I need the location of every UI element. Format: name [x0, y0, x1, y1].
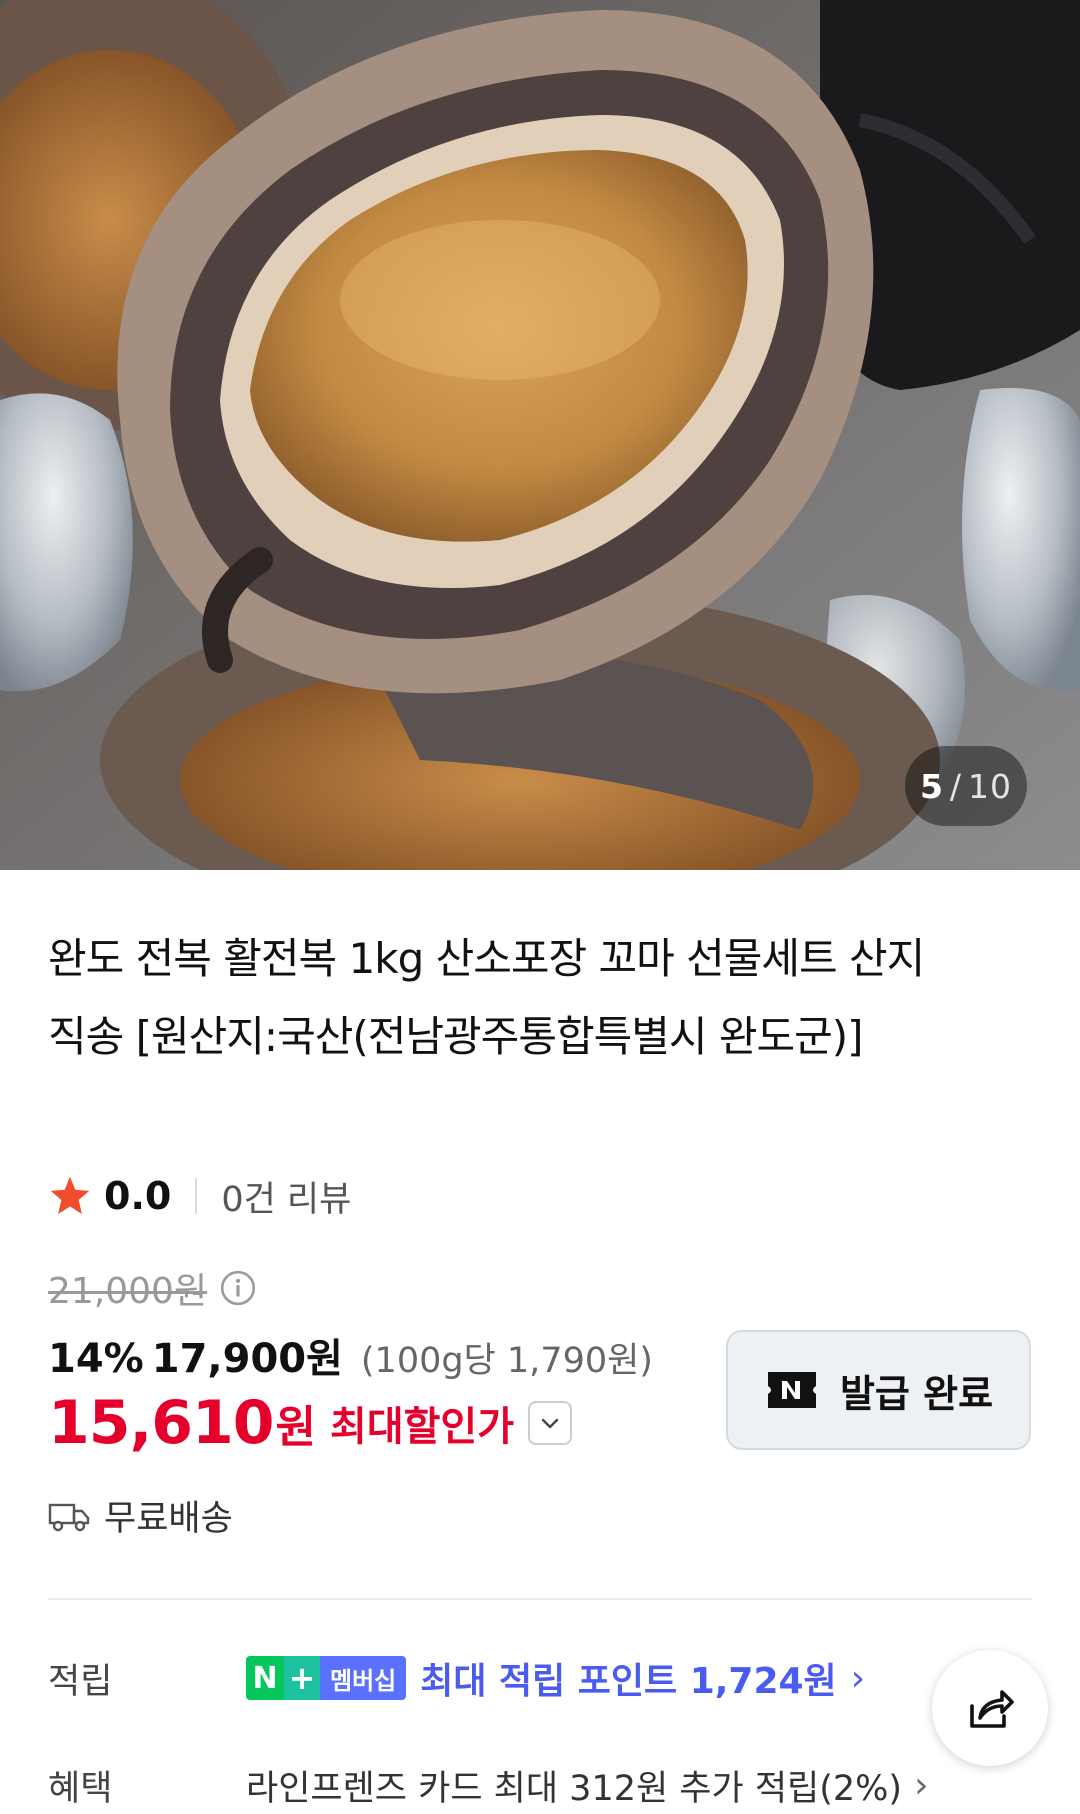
original-price: 21,000원 [48, 1271, 208, 1312]
benefit-row[interactable]: 혜택 라인프렌즈 카드 최대 312원 추가 적립(2%) › [48, 1760, 928, 1811]
membership-badge-label: 멤버십 [320, 1656, 407, 1700]
max-discount-toggle[interactable] [528, 1401, 573, 1445]
unit-price: (100g당 1,790원) [360, 1341, 653, 1381]
chevron-down-icon [541, 1418, 559, 1429]
delivery-row: 무료배송 [48, 1490, 233, 1541]
points-row[interactable]: 적립 N + 멤버십 최대 적립 포인트 1,724원 › [48, 1652, 865, 1704]
rating-row[interactable]: 0.0 0건 리뷰 [48, 1170, 351, 1222]
image-counter-total: 10 [968, 766, 1013, 806]
benefit-key: 혜택 [48, 1769, 113, 1809]
abalone-photo [0, 0, 1080, 870]
max-discount-currency: 원 [275, 1402, 317, 1453]
star-icon [50, 1176, 90, 1214]
original-price-row: 21,000원 [48, 1262, 257, 1314]
review-count-link[interactable]: 0건 리뷰 [221, 1171, 351, 1222]
discount-percent: 14% [48, 1336, 144, 1382]
image-counter-current: 5 [919, 766, 944, 806]
points-key: 적립 [48, 1661, 113, 1702]
section-divider [48, 1598, 1032, 1600]
info-icon[interactable] [219, 1269, 257, 1307]
sale-price: 17,900원 [151, 1336, 343, 1382]
sale-price-row: 14% 17,900원 (100g당 1,790원) [48, 1326, 653, 1384]
product-image[interactable]: 5 / 10 [0, 0, 1080, 870]
coupon-issued-button[interactable]: 발급 완료 [726, 1330, 1031, 1450]
max-discount-row[interactable]: 15,610 원 최대할인가 [48, 1388, 573, 1458]
membership-badge-plus: + [284, 1656, 320, 1700]
image-counter-separator: / [949, 766, 963, 806]
rating-score: 0.0 [104, 1174, 172, 1218]
max-discount-price: 15,610 [48, 1388, 275, 1458]
product-title: 완도 전복 활전복 1kg 산소포장 꼬마 선물세트 산지직송 [원산지:국산(… [48, 934, 925, 1061]
truck-icon [48, 1503, 90, 1531]
max-points-text: 최대 적립 포인트 1,724원 [420, 1661, 837, 1702]
share-icon [970, 1690, 1014, 1728]
image-counter: 5 / 10 [905, 746, 1027, 826]
chevron-right-icon: › [850, 1657, 866, 1699]
naver-plus-membership-badge: N + 멤버십 [246, 1656, 407, 1700]
membership-badge-n: N [246, 1656, 284, 1700]
rating-divider [195, 1178, 198, 1214]
share-button[interactable] [932, 1650, 1048, 1766]
max-discount-label: 최대할인가 [330, 1404, 515, 1450]
chevron-right-icon: › [914, 1765, 929, 1806]
naver-coupon-icon [767, 1372, 816, 1408]
benefit-text: 라인프렌즈 카드 최대 312원 추가 적립(2%) [246, 1769, 903, 1809]
coupon-button-label: 발급 완료 [839, 1371, 994, 1416]
delivery-label: 무료배송 [104, 1499, 233, 1539]
